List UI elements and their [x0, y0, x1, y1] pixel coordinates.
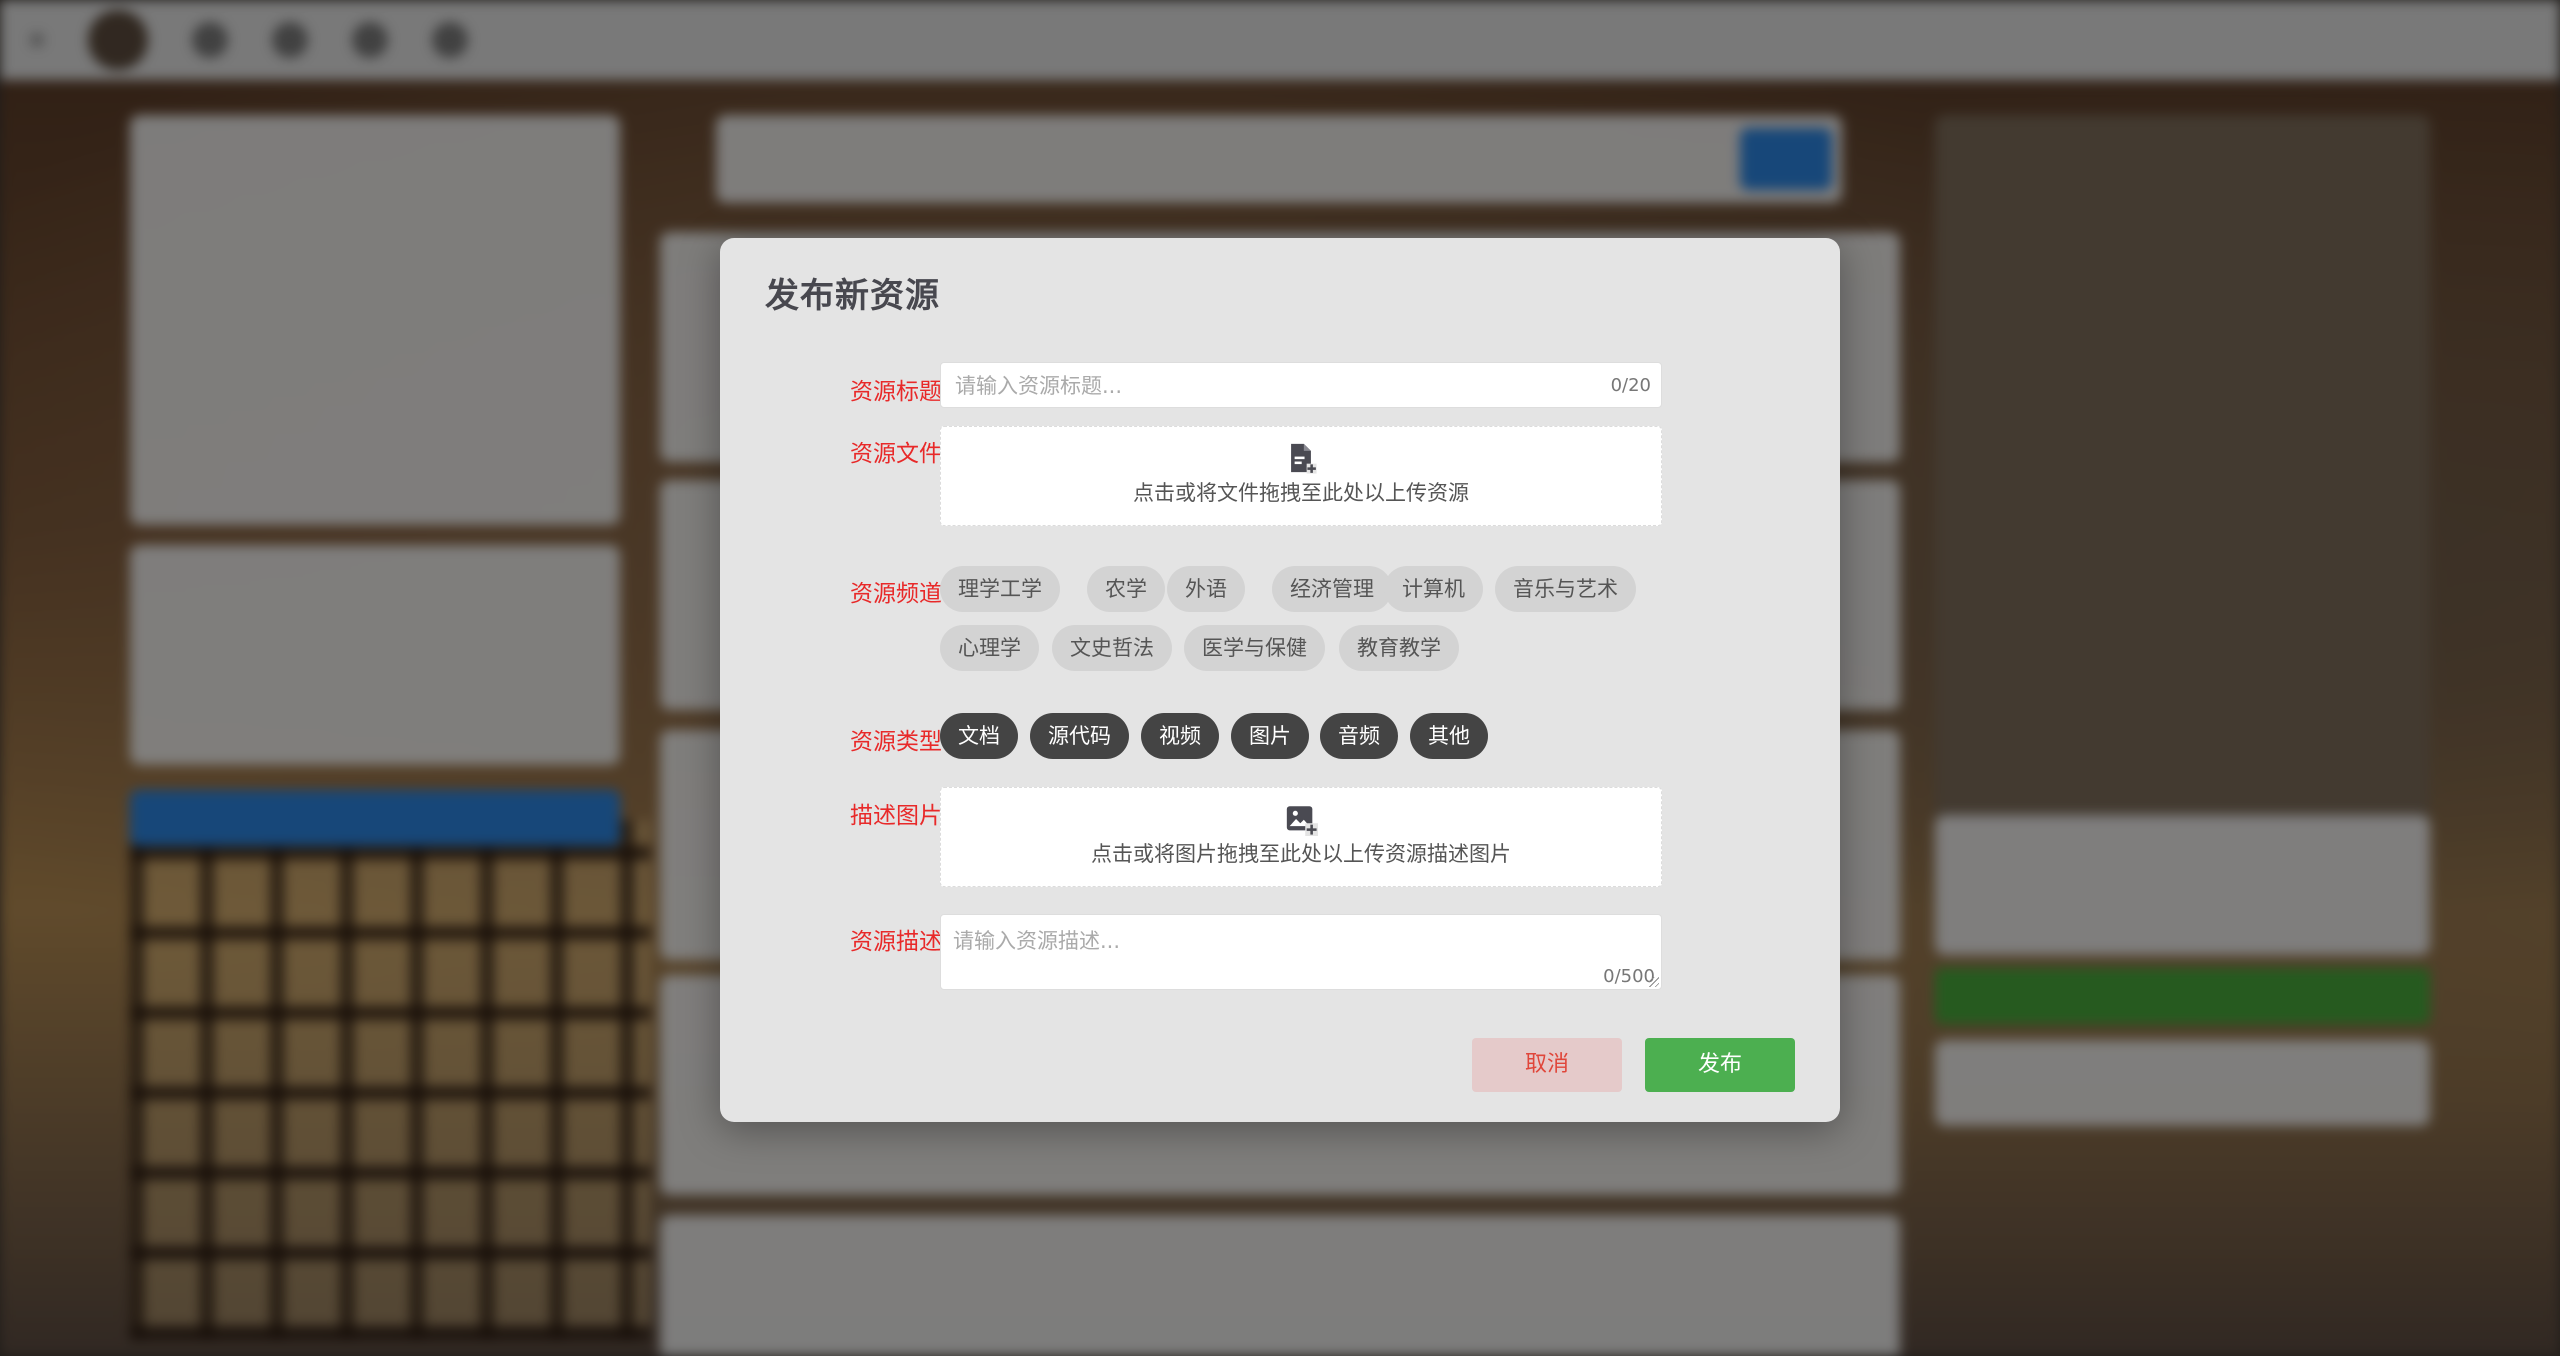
- dialog-title: 发布新资源: [765, 276, 940, 316]
- resource-file-label: 资源文件: [850, 441, 942, 467]
- resize-handle[interactable]: [1649, 977, 1659, 987]
- resource-description-input[interactable]: [951, 923, 1645, 971]
- type-chip[interactable]: 源代码: [1030, 713, 1129, 759]
- title-char-counter: 0/20: [1610, 375, 1651, 396]
- image-upload-dropzone[interactable]: 点击或将图片拖拽至此处以上传资源描述图片: [940, 787, 1662, 887]
- channel-chip[interactable]: 教育教学: [1339, 625, 1459, 671]
- cancel-button[interactable]: 取消: [1472, 1038, 1622, 1092]
- type-chip[interactable]: 视频: [1141, 713, 1219, 759]
- channel-chip[interactable]: 心理学: [940, 625, 1039, 671]
- file-upload-text: 点击或将文件拖拽至此处以上传资源: [1133, 481, 1469, 505]
- channel-chip[interactable]: 音乐与艺术: [1495, 566, 1636, 612]
- type-chip[interactable]: 图片: [1231, 713, 1309, 759]
- channel-chip[interactable]: 理学工学: [940, 566, 1060, 612]
- type-chip[interactable]: 其他: [1410, 713, 1488, 759]
- resource-channel-label: 资源频道: [850, 581, 942, 607]
- channel-chip[interactable]: 计算机: [1384, 566, 1483, 612]
- resource-title-input[interactable]: [953, 363, 1557, 409]
- resource-description-field: 0/500: [940, 914, 1662, 990]
- file-add-icon: [1291, 443, 1317, 474]
- channel-chip[interactable]: 外语: [1167, 566, 1245, 612]
- type-chip[interactable]: 文档: [940, 713, 1018, 759]
- publish-resource-dialog: 发布新资源 资源标题 0/20 资源文件 点击或将文件拖拽至此处以上传资源 资源…: [720, 238, 1840, 1122]
- image-upload-text: 点击或将图片拖拽至此处以上传资源描述图片: [1091, 842, 1511, 866]
- channel-chip[interactable]: 经济管理: [1272, 566, 1392, 612]
- channel-chip[interactable]: 医学与保健: [1184, 625, 1325, 671]
- file-upload-dropzone[interactable]: 点击或将文件拖拽至此处以上传资源: [940, 426, 1662, 526]
- resource-title-field: 0/20: [940, 362, 1662, 409]
- type-chip[interactable]: 音频: [1320, 713, 1398, 759]
- channel-chip[interactable]: 文史哲法: [1052, 625, 1172, 671]
- channel-chip[interactable]: 农学: [1087, 566, 1165, 612]
- resource-description-label: 资源描述: [850, 929, 942, 955]
- description-image-label: 描述图片: [850, 803, 942, 829]
- publish-button[interactable]: 发布: [1645, 1038, 1795, 1092]
- resource-title-label: 资源标题: [850, 379, 942, 405]
- image-add-icon: [1286, 806, 1318, 836]
- resource-type-label: 资源类型: [850, 729, 942, 755]
- description-char-counter: 0/500: [1603, 966, 1655, 987]
